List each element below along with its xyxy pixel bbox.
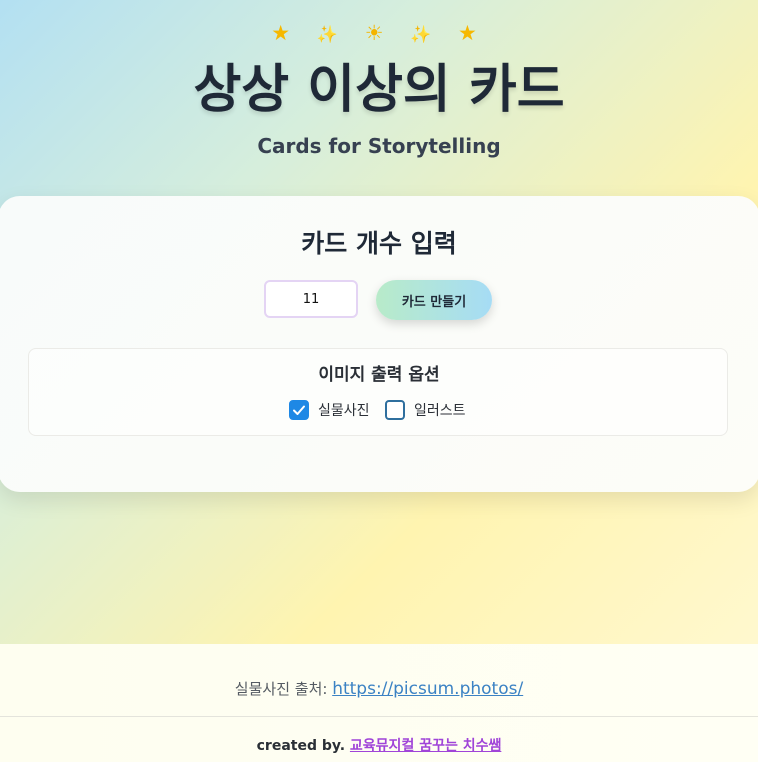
card-count-panel: 카드 개수 입력 카드 만들기 이미지 출력 옵션 실물사진 일러스트 [0,196,758,492]
checkmark-icon [293,405,305,415]
page-title: 상상 이상의 카드 [193,60,565,120]
photo-credit-prefix: 실물사진 출처: [234,680,333,698]
sun-icon: ☀ [364,21,394,45]
option-photo-label: 실물사진 [318,403,370,419]
photo-checkbox[interactable] [289,400,309,420]
footer-divider [0,716,758,717]
illustration-checkbox[interactable] [385,400,405,420]
star-icon: ★ [457,21,487,45]
star-icon: ★ [271,21,301,45]
make-cards-button[interactable]: 카드 만들기 [376,280,492,320]
option-photo[interactable]: 실물사진 [289,399,370,421]
author-link[interactable]: 교육뮤지컬 꿈꾸는 치수쌤 [350,738,501,754]
emoji-row: ★ ✨ ☀ ✨ ★ [0,18,758,50]
sparkles-icon: ✨ [410,25,442,45]
card-count-title: 카드 개수 입력 [301,229,457,258]
card-count-input[interactable] [264,280,358,318]
option-illustration-label: 일러스트 [414,403,466,419]
photo-credit-link[interactable]: https://picsum.photos/ [332,679,523,699]
option-illustration[interactable]: 일러스트 [385,399,466,421]
image-options-panel: 이미지 출력 옵션 실물사진 일러스트 [28,348,728,436]
sparkles-icon: ✨ [316,25,348,45]
footer: 실물사진 출처: https://picsum.photos/ created … [0,644,758,762]
image-options-title: 이미지 출력 옵션 [318,365,440,385]
created-by: created by. 교육뮤지컬 꿈꾸는 치수쌤 [0,736,758,756]
created-by-prefix: created by. [256,738,350,754]
page-subtitle: Cards for Storytelling [257,134,501,158]
photo-credit: 실물사진 출처: https://picsum.photos/ [0,678,758,700]
